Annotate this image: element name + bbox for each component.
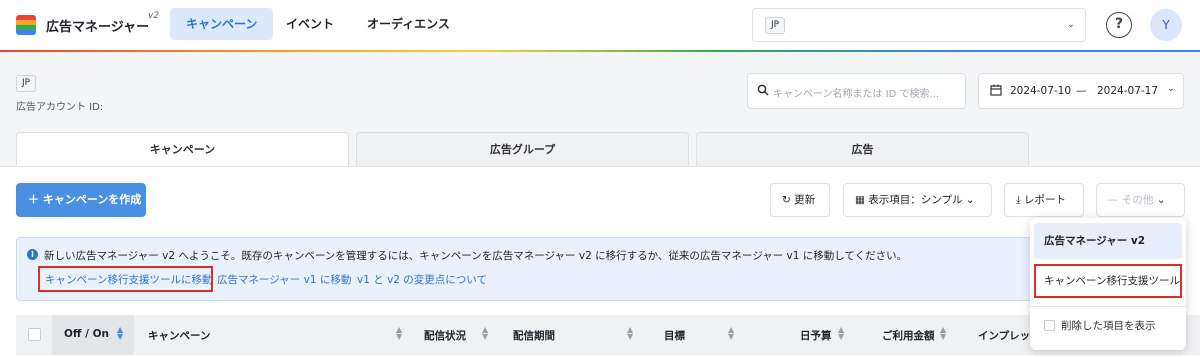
table-header: Off / On ▲ ▼ キャンペーン ▲ ▼ 配信状況 ▲ ▼ 配信期間 ▲ ▼ 目標… bbox=[16, 315, 1200, 355]
sort-icon[interactable]: ▲ ▼ bbox=[482, 326, 488, 341]
calendar-icon bbox=[990, 84, 1002, 99]
app-logo-icon bbox=[16, 15, 36, 35]
welcome-notice: i 新しい広告マネージャー v2 へようこそ。既存のキャンペーンを管理するには、… bbox=[16, 237, 1084, 301]
nav-tab-campaign[interactable]: キャンペーン bbox=[170, 8, 274, 40]
more-label: その他 bbox=[1121, 194, 1154, 206]
tab-ad[interactable]: 広告 bbox=[696, 132, 1029, 166]
sort-icon[interactable]: ▲ ▼ bbox=[838, 326, 844, 341]
create-campaign-button[interactable]: ＋ キャンペーンを作成 bbox=[16, 183, 146, 217]
date-range-picker[interactable]: 2024-07-10 — 2024-07-17 ⌄ bbox=[978, 73, 1184, 109]
download-icon: ⤓ bbox=[1016, 194, 1021, 206]
date-end: 2024-07-17 bbox=[1097, 85, 1159, 97]
date-separator: — bbox=[1076, 85, 1087, 97]
table-icon: ▦ bbox=[855, 194, 865, 206]
more-dash: — bbox=[1108, 194, 1119, 206]
highlight-box bbox=[38, 266, 213, 292]
header-onoff[interactable]: Off / On bbox=[64, 328, 109, 340]
report-button[interactable]: ⤓ レポート bbox=[1004, 183, 1084, 217]
account-selector[interactable]: JP ⌄ bbox=[752, 8, 1086, 42]
info-icon: i bbox=[27, 249, 38, 260]
report-label: レポート bbox=[1024, 194, 1066, 206]
campaign-panel: ＋ キャンペーンを作成 ↻ 更新 ▦ 表示項目：シンプル ⌄ ⤓ レポート — … bbox=[0, 166, 1200, 357]
select-all-checkbox[interactable] bbox=[28, 328, 41, 341]
app-version: v2 bbox=[148, 11, 160, 21]
sort-icon[interactable]: ▲ ▼ bbox=[396, 326, 402, 341]
menu-divider bbox=[1030, 306, 1186, 307]
account-id-label: 広告アカウント ID: bbox=[16, 102, 104, 113]
menu-item-show-deleted[interactable]: 削除した項目を表示 bbox=[1034, 316, 1182, 336]
columns-label: 表示項目：シンプル bbox=[868, 194, 963, 206]
menu-item-ads-manager-v2[interactable]: 広告マネージャー v2 bbox=[1034, 223, 1182, 259]
chevron-down-icon: ⌄ bbox=[1167, 84, 1175, 94]
header-impressions[interactable]: インプレッ bbox=[978, 328, 1030, 343]
avatar[interactable]: Y bbox=[1150, 9, 1182, 41]
sort-icon[interactable]: ▲ ▼ bbox=[940, 326, 946, 341]
tab-ad-group[interactable]: 広告グループ bbox=[356, 132, 689, 166]
header-objective[interactable]: 目標 bbox=[664, 328, 685, 343]
plus-icon: ＋ bbox=[28, 193, 39, 206]
refresh-button[interactable]: ↻ 更新 bbox=[770, 183, 830, 217]
header-status[interactable]: 配信状況 bbox=[424, 328, 466, 343]
header-period[interactable]: 配信期間 bbox=[513, 328, 555, 343]
more-dropdown-menu: 広告マネージャー v2 キャンペーン移行支援ツール 削除した項目を表示 bbox=[1030, 218, 1186, 350]
chevron-down-icon: ⌄ bbox=[965, 194, 975, 206]
refresh-icon: ↻ bbox=[782, 194, 791, 206]
sort-icon[interactable]: ▲ ▼ bbox=[728, 326, 734, 341]
notice-message: 新しい広告マネージャー v2 へようこそ。既存のキャンペーンを管理するには、キャ… bbox=[44, 250, 908, 262]
page-body: JP 広告アカウント ID: キャンペーン名称または ID で検索... 202… bbox=[0, 52, 1200, 357]
show-deleted-label: 削除した項目を表示 bbox=[1061, 320, 1156, 332]
account-region-chip: JP bbox=[765, 17, 786, 34]
top-nav-bar: 広告マネージャー v2 キャンペーン イベント オーディエンス JP ⌄ ? Y bbox=[0, 0, 1200, 50]
sort-icon[interactable]: ▲ ▼ bbox=[627, 326, 633, 341]
nav-tab-audience[interactable]: オーディエンス bbox=[351, 8, 466, 40]
header-campaign[interactable]: キャンペーン bbox=[148, 328, 210, 343]
changes-link[interactable]: v1 と v2 の変更点について bbox=[357, 272, 487, 287]
header-daily-budget[interactable]: 日予算 bbox=[800, 328, 832, 343]
chevron-down-icon: ⌄ bbox=[1067, 20, 1075, 30]
columns-button[interactable]: ▦ 表示項目：シンプル ⌄ bbox=[843, 183, 992, 217]
sort-icon[interactable]: ▲ ▼ bbox=[117, 326, 123, 341]
create-campaign-label: キャンペーンを作成 bbox=[42, 193, 142, 206]
date-start: 2024-07-10 bbox=[1010, 85, 1072, 97]
more-button[interactable]: — その他 ⌄ bbox=[1096, 183, 1185, 217]
menu-item-migration-tool[interactable]: キャンペーン移行支援ツール bbox=[1034, 264, 1182, 298]
show-deleted-checkbox[interactable] bbox=[1044, 320, 1055, 331]
v1-link[interactable]: 広告マネージャー v1 に移動 bbox=[217, 272, 351, 287]
tab-campaign[interactable]: キャンペーン bbox=[16, 132, 349, 166]
search-input[interactable]: キャンペーン名称または ID で検索... bbox=[747, 73, 966, 109]
search-icon bbox=[757, 84, 769, 99]
search-placeholder: キャンペーン名称または ID で検索... bbox=[773, 89, 940, 100]
nav-tab-event[interactable]: イベント bbox=[270, 8, 350, 40]
account-region-chip-page: JP bbox=[16, 75, 37, 92]
header-spend[interactable]: ご利用金額 bbox=[882, 328, 935, 343]
refresh-label: 更新 bbox=[794, 194, 816, 206]
app-title: 広告マネージャー bbox=[46, 20, 150, 35]
chevron-down-icon: ⌄ bbox=[1156, 194, 1166, 206]
help-icon[interactable]: ? bbox=[1106, 12, 1132, 38]
